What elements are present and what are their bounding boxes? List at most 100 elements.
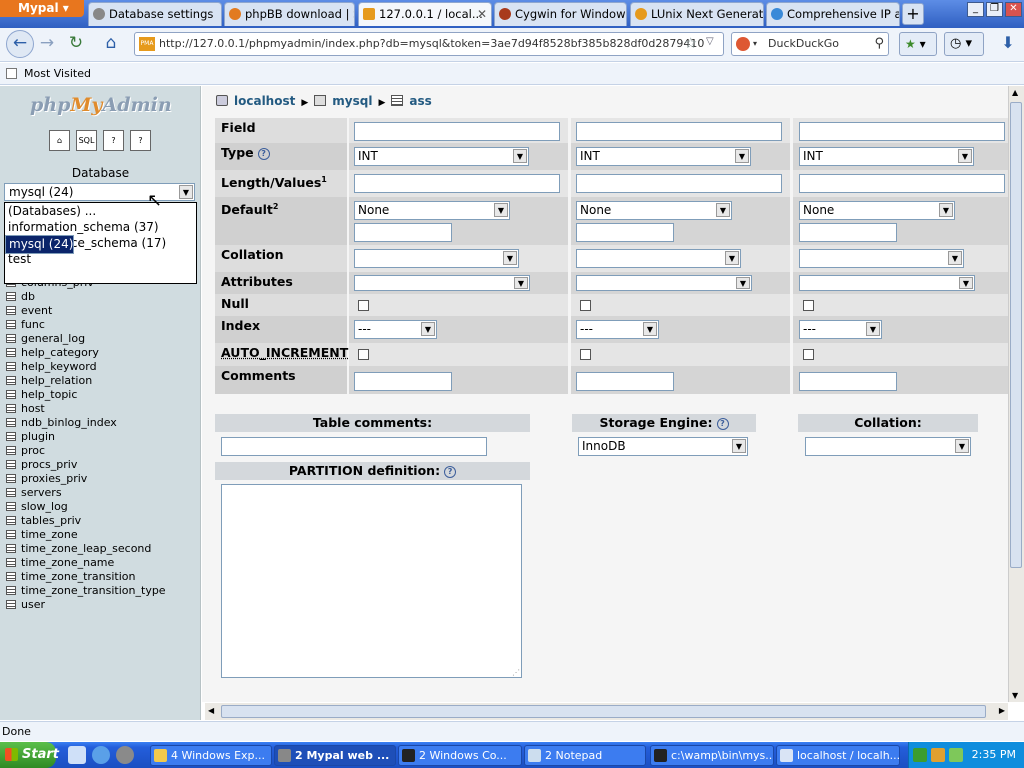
storage-engine-select[interactable]: InnoDB ▼ [578,437,748,456]
network-icon[interactable] [949,748,963,762]
table-list-item[interactable]: proxies_priv [6,472,201,486]
table-list-item[interactable]: tables_priv [6,514,201,528]
default-value-input[interactable] [576,223,674,242]
table-list-item[interactable]: procs_priv [6,458,201,472]
table-list-item[interactable]: servers [6,486,201,500]
forward-arrow-icon[interactable]: → [35,32,59,56]
chevron-down-icon[interactable]: ▼ [725,251,739,265]
quicklaunch-show-desktop-icon[interactable] [68,746,86,764]
phpmyadmin-logo[interactable]: phpMyAdmin [30,94,172,116]
scroll-left-icon[interactable]: ◀ [208,706,214,715]
wamp-tray-icon[interactable] [913,748,927,762]
type-select[interactable]: INT ▼ [799,147,974,166]
home-icon[interactable]: ⌂ [49,130,70,151]
default-value-input[interactable] [354,223,452,242]
close-window-button[interactable]: ✕ [1005,2,1022,17]
chevron-down-icon[interactable]: ▾ [753,33,757,55]
attributes-select[interactable]: ▼ [354,275,530,291]
chevron-down-icon[interactable]: ▼ [421,322,435,336]
auto-increment-checkbox[interactable] [580,349,591,360]
length-input[interactable] [354,174,560,193]
start-button[interactable]: Start [0,742,59,768]
chevron-down-icon[interactable]: ▼ [716,203,730,217]
back-arrow-icon[interactable]: ← [6,30,34,58]
table-list-item[interactable]: time_zone [6,528,201,542]
field-name-input[interactable] [799,122,1005,141]
table-list-item[interactable]: general_log [6,332,201,346]
index-select[interactable]: --- ▼ [576,320,659,339]
chevron-down-icon[interactable]: ▼ [643,322,657,336]
search-icon[interactable]: ⚲ [874,33,884,55]
chevron-down-icon[interactable]: ▼ [939,203,953,217]
task-windows-console[interactable]: 2 Windows Co... [398,745,522,766]
table-list-item[interactable]: plugin [6,430,201,444]
breadcrumb-table[interactable]: ass [409,94,431,108]
type-select[interactable]: INT ▼ [576,147,751,166]
chevron-down-icon[interactable]: ▼ [513,149,527,163]
help-icon[interactable]: ? [444,466,457,478]
tab-phpbb-download[interactable]: phpBB download | S... [224,2,355,26]
breadcrumb-server[interactable]: localhost [234,94,295,108]
type-select[interactable]: INT ▼ [354,147,529,166]
chevron-down-icon[interactable]: ▼ [948,251,962,265]
null-checkbox[interactable] [803,300,814,311]
breadcrumb-database[interactable]: mysql [332,94,372,108]
dropdown-option-selected[interactable]: mysql (24) [5,235,75,254]
index-select[interactable]: --- ▼ [799,320,882,339]
table-collation-select[interactable]: ▼ [805,437,971,456]
scroll-up-icon[interactable]: ▲ [1012,88,1018,97]
chevron-down-icon[interactable]: ▼ [736,277,750,289]
reload-icon[interactable]: ↻ [64,32,88,56]
scroll-right-icon[interactable]: ▶ [999,706,1005,715]
partition-textarea[interactable]: ⋰ [221,484,522,678]
task-cmd-mysql[interactable]: c:\wamp\bin\mys... [650,745,774,766]
task-notepad[interactable]: 2 Notepad [524,745,646,766]
mysql-docs-icon[interactable]: ? [130,130,151,151]
task-mypal[interactable]: 2 Mypal web ... [274,745,396,766]
table-list-item[interactable]: help_keyword [6,360,201,374]
chevron-down-icon[interactable]: ▼ [179,185,193,199]
documentation-icon[interactable]: ? [103,130,124,151]
table-list-item[interactable]: time_zone_transition_type [6,584,201,598]
tab-lunix[interactable]: LUnix Next Generati... [630,2,764,26]
database-select[interactable]: mysql (24) ▼ [4,183,195,201]
tab-database-settings[interactable]: Database settings [88,2,222,26]
index-select[interactable]: --- ▼ [354,320,437,339]
task-windows-explorer[interactable]: 4 Windows Exp... [150,745,272,766]
chevron-down-icon[interactable]: ▽ [706,36,714,47]
table-list-item[interactable]: ndb_binlog_index [6,416,201,430]
tab-comprehensive-ip[interactable]: Comprehensive IP a... [766,2,900,26]
comments-input[interactable] [354,372,452,391]
attributes-select[interactable]: ▼ [576,275,752,291]
url-bar[interactable]: PMA http://127.0.0.1/phpmyadmin/index.ph… [134,32,724,56]
clock-text[interactable]: 2:35 PM [972,748,1016,761]
quicklaunch-ie-icon[interactable] [92,746,110,764]
null-checkbox[interactable] [358,300,369,311]
default-select[interactable]: None ▼ [576,201,732,220]
default-value-input[interactable] [799,223,897,242]
chevron-down-icon[interactable]: ▼ [959,277,973,289]
table-comments-input[interactable] [221,437,487,456]
field-name-input[interactable] [354,122,560,141]
table-list-item[interactable]: time_zone_leap_second [6,542,201,556]
scroll-down-icon[interactable]: ▼ [1012,691,1018,700]
table-list-item[interactable]: db [6,290,201,304]
chevron-down-icon[interactable]: ▼ [866,322,880,336]
table-list-item[interactable]: proc [6,444,201,458]
tab-phpmyadmin[interactable]: 127.0.0.1 / local... ✕ [358,2,492,26]
collation-select[interactable]: ▼ [799,249,964,268]
help-icon[interactable]: ? [257,148,270,160]
field-name-input[interactable] [576,122,782,141]
tray-app-icon[interactable] [931,748,945,762]
table-list-item[interactable]: help_topic [6,388,201,402]
table-list-item[interactable]: help_relation [6,374,201,388]
tab-cygwin[interactable]: Cygwin for Windows... [494,2,627,26]
length-input[interactable] [799,174,1005,193]
auto-increment-checkbox[interactable] [358,349,369,360]
collation-select[interactable]: ▼ [576,249,741,268]
quicklaunch-browser-icon[interactable] [116,746,134,764]
chevron-down-icon[interactable]: ▼ [958,149,972,163]
table-list-item[interactable]: user [6,598,201,612]
chevron-down-icon[interactable]: ▼ [514,277,528,289]
table-list-item[interactable]: host [6,402,201,416]
